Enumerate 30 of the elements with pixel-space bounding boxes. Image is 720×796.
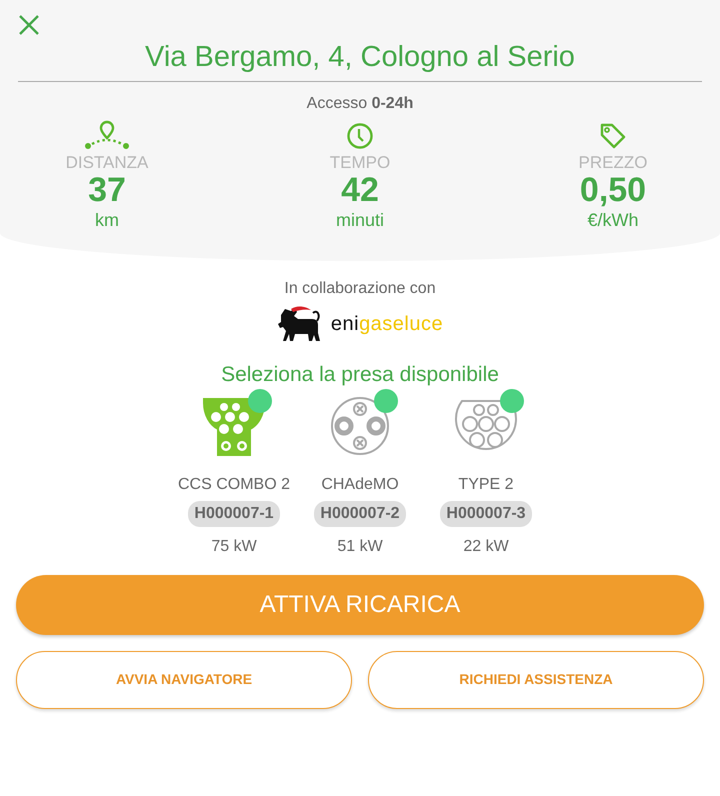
connector-name: CCS COMBO 2 [178,474,290,495]
stat-unit: km [95,210,119,232]
action-button[interactable]: RICHIEDI ASSISTENZA [368,650,704,709]
close-icon[interactable] [18,14,40,36]
stat-label: DISTANZA [66,154,148,172]
connector-power: 51 kW [337,536,383,557]
route-pin-icon [84,120,130,150]
activate-charging-button[interactable]: ATTIVA RICARICA [16,574,704,635]
stat-label: PREZZO [578,154,648,172]
connector-name: TYPE 2 [458,474,514,495]
access-hours: Accesso 0-24h [306,94,414,112]
chademo-plug-icon[interactable] [328,394,392,457]
connector-code: H000007-1 [188,500,280,527]
stat-label: TEMPO [330,154,390,172]
stat-value: 37 [88,172,126,210]
connector-code: H000007-2 [314,500,406,527]
section-title: Seleziona la presa disponibile [220,362,500,388]
connector-power: 75 kW [211,536,257,557]
connector-code: H000007-3 [440,500,532,527]
stat-value: 0,50 [580,172,646,210]
stat-unit: minuti [336,210,384,232]
partner-caption: In collaborazione con [283,279,437,300]
connector-power: 22 kW [463,536,509,557]
address-title: Via Bergamo, 4, Cologno al Serio [144,40,576,75]
action-button[interactable]: AVVIA NAVIGATORE [16,650,352,709]
stat-value: 42 [341,172,379,210]
stat-unit: €/kWh [587,210,638,232]
brand-wordmark: enigaseluce [330,312,444,338]
dog-logo-icon [276,305,323,344]
connector-name: CHAdeMO [321,474,399,495]
